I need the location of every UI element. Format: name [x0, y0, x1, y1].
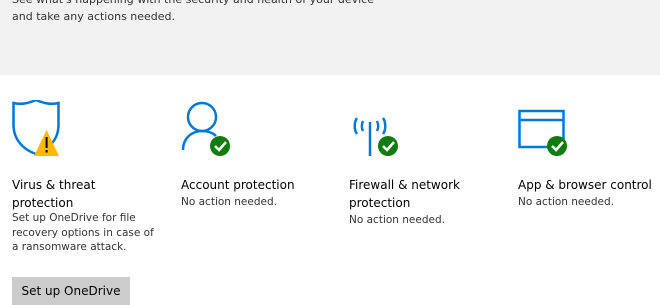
tile-description: No action needed. [518, 195, 614, 210]
tile-description: Set up OneDrive for file recovery option… [12, 211, 154, 255]
tile-title-line-1: App & browser control [518, 178, 652, 192]
page-subtitle: See what's happening with the security a… [12, 0, 432, 25]
header-banner: See what's happening with the security a… [0, 0, 660, 75]
tile-title-line-1: Firewall & network [349, 178, 460, 192]
browser-window-check-icon [518, 109, 567, 156]
tile-description: No action needed. [181, 195, 277, 210]
shield-warning-icon [12, 100, 60, 156]
person-check-icon [181, 101, 230, 156]
tile-title-line-1: Virus & threat [12, 178, 96, 192]
tile-desc-line-1: Set up OneDrive for file [12, 212, 136, 224]
tile-desc-line-3: a ransomware attack. [12, 241, 127, 253]
tile-title-line-2: protection [349, 196, 411, 210]
tile-description: No action needed. [349, 213, 445, 228]
tile-title: App & browser control [518, 176, 652, 194]
tile-title: Account protection [181, 176, 295, 194]
tile-desc-line-2: recovery options in case of [12, 226, 154, 239]
subtitle-line-1: See what's happening with the security a… [12, 0, 432, 8]
set-up-onedrive-button[interactable]: Set up OneDrive [12, 277, 130, 305]
tile-desc-line-1: No action needed. [181, 196, 277, 208]
tile-title: Virus & threat protection [12, 176, 95, 212]
tile-title-line-2: protection [12, 196, 74, 210]
tile-title: Firewall & network protection [349, 176, 460, 212]
tile-desc-line-1: No action needed. [518, 196, 614, 208]
tile-desc-line-1: No action needed. [349, 214, 445, 226]
antenna-check-icon [353, 117, 398, 156]
tile-title-line-1: Account protection [181, 178, 295, 192]
subtitle-line-2: and take any actions needed. [12, 10, 176, 23]
